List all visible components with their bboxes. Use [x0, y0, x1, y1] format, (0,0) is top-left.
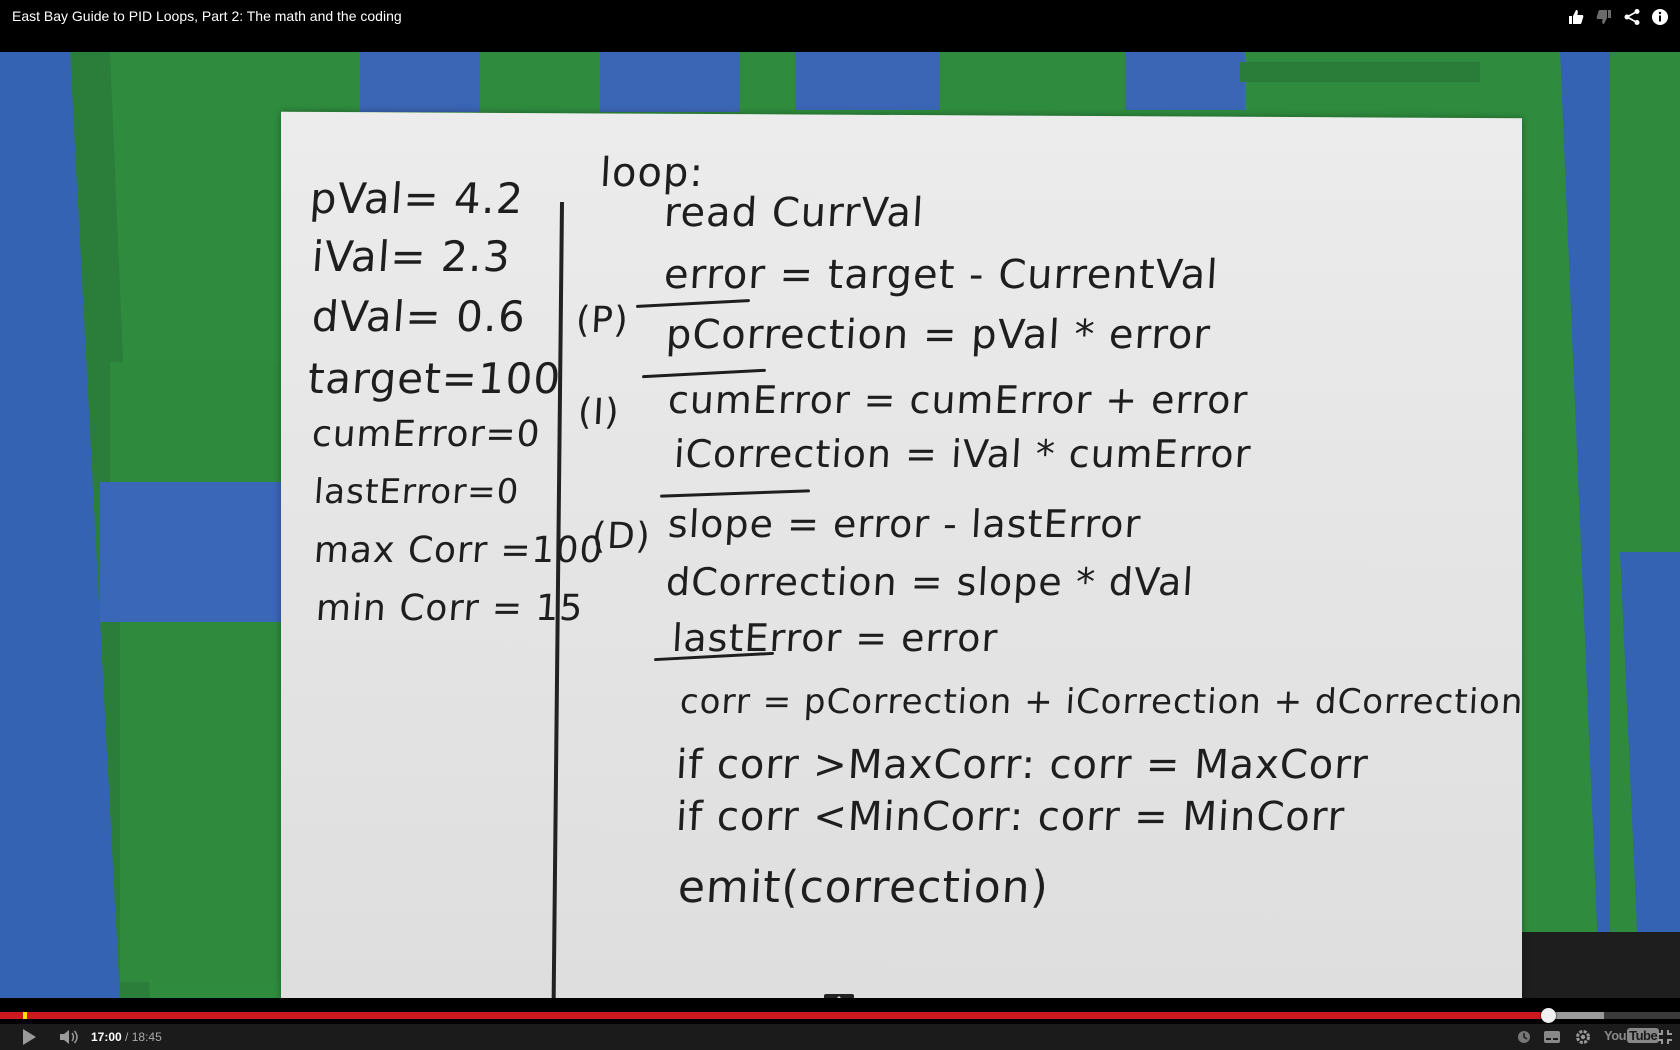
thumbs-down-icon[interactable] [1592, 5, 1616, 29]
code-line-lasterror: lastError = error [670, 616, 1000, 660]
var-maxcorr: max Corr =100 [312, 530, 605, 571]
youtube-logo[interactable]: You Tube [1604, 1028, 1660, 1043]
video-title-bar: East Bay Guide to PID Loops, Part 2: The… [0, 0, 1680, 52]
captions-icon[interactable] [1542, 1027, 1562, 1047]
current-time: 17:00 [91, 1030, 122, 1044]
time-separator: / [121, 1030, 132, 1044]
code-line-corr: corr = pCorrection + iCorrection + dCorr… [678, 682, 1525, 722]
share-icon[interactable] [1620, 5, 1644, 29]
progress-scrubber-handle[interactable] [1540, 1008, 1556, 1023]
code-line-cumerror: cumError = cumError + error [666, 378, 1250, 422]
progress-track[interactable] [0, 1008, 1680, 1023]
code-line-read: read CurrVal [662, 190, 926, 236]
section-marker-d: (D) [590, 516, 652, 557]
var-dval: dVal= 0.6 [310, 292, 528, 341]
progress-played [0, 1012, 1548, 1019]
fullscreen-exit-icon[interactable] [1654, 1027, 1676, 1047]
var-lasterror: lastError=0 [312, 472, 521, 512]
top-actions [1564, 5, 1672, 29]
thumbs-up-icon[interactable] [1564, 5, 1588, 29]
var-pval: pVal= 4.2 [308, 174, 526, 223]
time-display: 17:00 / 18:45 [91, 1030, 162, 1044]
section-marker-p: (P) [574, 300, 630, 341]
video-title[interactable]: East Bay Guide to PID Loops, Part 2: The… [12, 8, 402, 24]
progress-bar[interactable] [0, 998, 1680, 1024]
settings-gear-icon[interactable] [1572, 1027, 1594, 1047]
volume-icon[interactable] [56, 1027, 82, 1047]
section-marker-i: (I) [576, 392, 621, 433]
info-icon[interactable] [1648, 5, 1672, 29]
var-cumerror: cumError=0 [310, 414, 542, 455]
code-line-if-max: if corr >MaxCorr: corr = MaxCorr [674, 742, 1370, 788]
player-controls: 17:00 / 18:45 You Tube [0, 1024, 1680, 1050]
code-line-icorrection: iCorrection = iVal * cumError [672, 432, 1253, 476]
code-line-emit: emit(correction) [676, 862, 1051, 913]
code-line-dcorrection: dCorrection = slope * dVal [664, 560, 1196, 604]
var-mincorr: min Corr = 15 [314, 588, 585, 629]
youtube-logo-you: You [1604, 1028, 1627, 1043]
watch-later-icon[interactable] [1514, 1027, 1534, 1047]
video-player-area[interactable]: pVal= 4.2 iVal= 2.3 dVal= 0.6 target=100… [0, 52, 1680, 998]
play-icon[interactable] [18, 1027, 40, 1047]
ad-marker [23, 1012, 27, 1019]
code-line-pcorrection: pCorrection = pVal * error [664, 312, 1213, 358]
code-line-error: error = target - CurrentVal [662, 252, 1220, 298]
var-ival: iVal= 2.3 [310, 232, 513, 281]
code-line-if-min: if corr <MinCorr: corr = MinCorr [674, 794, 1347, 840]
var-target: target=100 [306, 354, 563, 403]
code-line-slope: slope = error - lastError [666, 502, 1143, 546]
duration: 18:45 [131, 1030, 162, 1044]
